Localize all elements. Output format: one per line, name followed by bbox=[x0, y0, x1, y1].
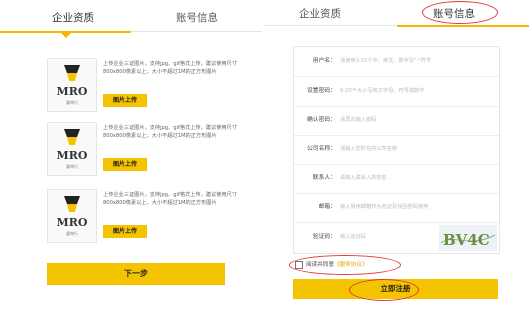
upload-description: 上传企业三证图片，支持jpg、gif格式上传，建议使用尺寸800x800像素以上… bbox=[103, 61, 237, 76]
company-qualification-panel: 企业资质 账号信息 MRO 震坤行 上传企业三证图片，支持jpg、gif格式上传… bbox=[0, 0, 262, 317]
logo-caption: 震坤行 bbox=[66, 99, 78, 105]
highlight-circle bbox=[349, 279, 419, 301]
upload-image-button[interactable]: 图片上传 bbox=[103, 225, 147, 238]
mro-logo-icon: MRO 震坤行 bbox=[57, 196, 88, 236]
form-row-confirm-password: 确认密码： 请再次输入密码 bbox=[294, 106, 499, 136]
next-step-button[interactable]: 下一步 bbox=[47, 263, 225, 285]
highlight-circle bbox=[422, 1, 498, 24]
tab-bar: 企业资质 账号信息 bbox=[265, 0, 529, 34]
upload-block: MRO 震坤行 上传企业三证图片，支持jpg、gif格式上传，建议使用尺寸800… bbox=[47, 122, 247, 190]
mro-logo-icon: MRO 震坤行 bbox=[57, 65, 88, 105]
username-input[interactable]: 请使用3-15个中、英文、数字及"-"符号 bbox=[340, 47, 431, 76]
license-thumbnail: MRO 震坤行 bbox=[47, 58, 97, 112]
confirm-password-input[interactable]: 请再次输入密码 bbox=[340, 106, 376, 135]
upload-block: MRO 震坤行 上传企业三证图片，支持jpg、gif格式上传，建议使用尺寸800… bbox=[47, 58, 247, 126]
form-row-contact: 联系人： 请输入联系人的姓名 bbox=[294, 164, 499, 194]
captcha-label: 验证码： bbox=[312, 234, 336, 240]
upload-image-button[interactable]: 图片上传 bbox=[103, 158, 147, 171]
form-row-email: 邮箱： 输入常用邮箱作为验证及找回密码使用 bbox=[294, 193, 499, 223]
logo-text: MRO bbox=[57, 149, 88, 162]
upload-description: 上传企业三证图片，支持jpg、gif格式上传，建议使用尺寸800x800像素以上… bbox=[103, 125, 237, 140]
captcha-input[interactable]: 输入验证码 bbox=[340, 223, 366, 252]
company-name-label: 公司名称： bbox=[307, 146, 336, 152]
company-name-input[interactable]: 请输入您所在的公司名称 bbox=[340, 135, 397, 164]
tab-active-underline bbox=[397, 25, 529, 27]
license-thumbnail: MRO 震坤行 bbox=[47, 189, 97, 243]
form-row-company-name: 公司名称： 请输入您所在的公司名称 bbox=[294, 135, 499, 165]
tab-company-qualification[interactable]: 企业资质 bbox=[52, 10, 94, 25]
password-input[interactable]: 6-20个大小写英文字母、符号或数字 bbox=[340, 77, 424, 106]
registration-form: 用户名： 请使用3-15个中、英文、数字及"-"符号 设置密码： 6-20个大小… bbox=[293, 46, 500, 254]
logo-text: MRO bbox=[57, 85, 88, 98]
upload-image-button[interactable]: 图片上传 bbox=[103, 94, 147, 107]
password-label: 设置密码： bbox=[307, 88, 336, 94]
form-row-password: 设置密码： 6-20个大小写英文字母、符号或数字 bbox=[294, 77, 499, 107]
tab-company-qualification[interactable]: 企业资质 bbox=[299, 6, 341, 21]
form-row-username: 用户名： 请使用3-15个中、英文、数字及"-"符号 bbox=[294, 47, 499, 77]
tab-bar: 企业资质 账号信息 bbox=[0, 0, 262, 38]
contact-input[interactable]: 请输入联系人的姓名 bbox=[340, 164, 387, 193]
logo-caption: 震坤行 bbox=[66, 163, 78, 169]
email-input[interactable]: 输入常用邮箱作为验证及找回密码使用 bbox=[340, 193, 428, 222]
form-row-captcha: 验证码： 输入验证码 BV4C bbox=[294, 223, 499, 252]
mro-logo-icon: MRO 震坤行 bbox=[57, 129, 88, 169]
highlight-circle bbox=[289, 255, 401, 275]
agreement-row: 阅读并同意《服务协议》 bbox=[289, 255, 503, 275]
email-label: 邮箱： bbox=[318, 204, 336, 210]
upload-description: 上传企业三证图片，支持jpg、gif格式上传，建议使用尺寸800x800像素以上… bbox=[103, 192, 237, 207]
account-info-panel: 企业资质 账号信息 用户名： 请使用3-15个中、英文、数字及"-"符号 设置密… bbox=[265, 0, 529, 317]
license-thumbnail: MRO 震坤行 bbox=[47, 122, 97, 176]
logo-caption: 震坤行 bbox=[66, 230, 78, 236]
tab-caret-icon bbox=[61, 33, 71, 38]
captcha-image[interactable]: BV4C bbox=[439, 225, 497, 251]
contact-label: 联系人： bbox=[312, 175, 336, 181]
username-label: 用户名： bbox=[312, 58, 336, 64]
logo-text: MRO bbox=[57, 216, 88, 229]
tab-account-info[interactable]: 账号信息 bbox=[176, 10, 218, 25]
upload-block: MRO 震坤行 上传企业三证图片，支持jpg、gif格式上传，建议使用尺寸800… bbox=[47, 189, 247, 257]
confirm-password-label: 确认密码： bbox=[307, 117, 336, 123]
captcha-text: BV4C bbox=[443, 231, 490, 249]
